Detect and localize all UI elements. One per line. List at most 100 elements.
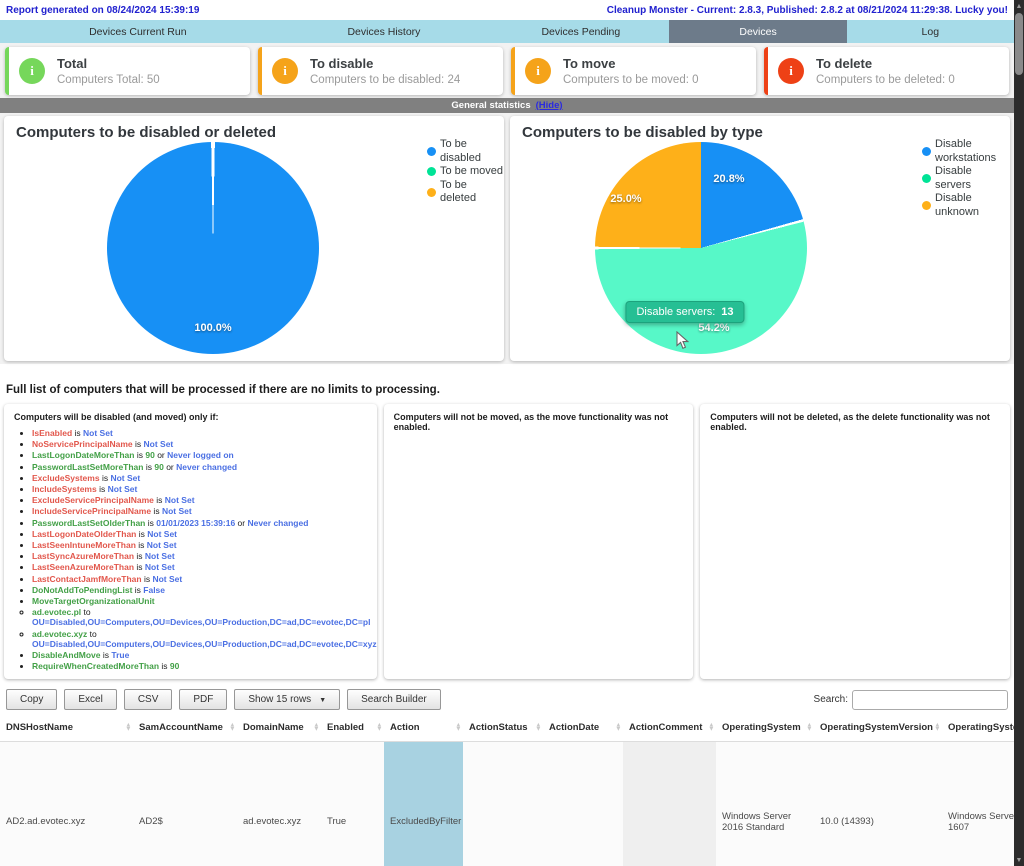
vertical-scrollbar[interactable]: ▲ ▼ [1014,0,1024,866]
column-header-dnshostname[interactable]: DNSHostName▴▾ [0,714,133,742]
condition-segment: Not Set [110,473,140,483]
condition-item: DoNotAddToPendingList is False [32,585,377,595]
scroll-up-icon[interactable]: ▲ [1014,0,1024,12]
excel-button[interactable]: Excel [64,689,116,710]
card-title: Total [57,56,160,71]
sort-arrows-icon[interactable]: ▴▾ [315,723,318,732]
legend-item[interactable]: To be moved [427,165,504,179]
condition-segment: LastSeenAzureMoreThan [32,562,134,572]
condition-segment: is [132,585,143,595]
legend-dot-icon [427,147,436,156]
table-row[interactable]: AD2.ad.evotec.xyzAD2$ad.evotec.xyzTrueEx… [0,742,1014,866]
condition-item: LastLogonDateOlderThan is Not Set [32,529,377,539]
condition-segment: is [100,473,111,483]
copy-button[interactable]: Copy [6,689,57,710]
chart-legend: To be disabledTo be movedTo be deleted [427,138,504,206]
condition-segment: IsEnabled [32,428,72,438]
tab-devices-history[interactable]: Devices History [276,20,493,43]
condition-segment: ad.evotec.pl [32,607,81,617]
show-rows-dropdown[interactable]: Show 15 rows▼ [234,689,340,710]
column-header-domainname[interactable]: DomainName▴▾ [237,714,321,742]
sort-arrows-icon[interactable]: ▴▾ [808,723,811,732]
sort-arrows-icon[interactable]: ▴▾ [936,723,939,732]
legend-item[interactable]: To be deleted [427,179,504,206]
tooltip-label: Disable servers: [636,306,715,318]
condition-segment: RequireWhenCreatedMoreThan [32,661,159,671]
legend-item[interactable]: Disable workstations [922,138,1010,165]
condition-segment: is [133,439,144,449]
search-input[interactable] [852,690,1008,710]
table-cell: Windows Server 2016 1607 [942,742,1014,866]
tab-log[interactable]: Log [847,20,1014,43]
sort-arrows-icon[interactable]: ▴▾ [378,723,381,732]
condition-item: PasswordLastSetMoreThan is 90 or Never c… [32,462,377,472]
condition-segment: is [136,529,147,539]
column-header-enabled[interactable]: Enabled▴▾ [321,714,384,742]
table-cell [623,742,716,866]
condition-segment: Not Set [108,484,138,494]
tab-devices[interactable]: Devices [669,20,846,43]
condition-segment: is [151,506,162,516]
condition-item: ExcludeServicePrincipalName is Not Set [32,495,377,505]
legend-dot-icon [922,201,931,210]
search-label: Search: [814,694,848,705]
hide-link[interactable]: (Hide) [536,100,563,111]
card-subtitle: Computers to be deleted: 0 [816,74,955,86]
legend-item[interactable]: Disable unknown [922,192,1010,219]
condition-segment: or [155,450,167,460]
column-header-actionstatus[interactable]: ActionStatus▴▾ [463,714,543,742]
info-icon: i [19,58,45,84]
card-title: To disable [310,56,460,71]
condition-segment: IncludeServicePrincipalName [32,506,151,516]
condition-item: LastSyncAzureMoreThan is Not Set [32,551,377,561]
condition-panels: Computers will be disabled (and moved) o… [0,402,1014,681]
condition-panel-1: Computers will be disabled (and moved) o… [4,404,377,679]
condition-list: IsEnabled is Not SetNoServicePrincipalNa… [4,428,377,671]
legend-item[interactable]: Disable servers [922,165,1010,192]
sort-arrows-icon[interactable]: ▴▾ [537,723,540,732]
condition-segment: Not Set [144,439,174,449]
condition-panel-3: Computers will not be deleted, as the de… [700,404,1010,679]
csv-button[interactable]: CSV [124,689,173,710]
app-version-text: Cleanup Monster - Current: 2.8.3, Publis… [607,5,1008,16]
scroll-down-icon[interactable]: ▼ [1014,854,1024,866]
condition-segment: PasswordLastSetOlderThan [32,518,145,528]
sort-arrows-icon[interactable]: ▴▾ [710,723,713,732]
column-header-operatingsystemlong[interactable]: OperatingSystemLong▴▾ [942,714,1014,742]
condition-item: IsEnabled is Not Set [32,428,377,438]
condition-item: ExcludeSystems is Not Set [32,473,377,483]
sort-arrows-icon[interactable]: ▴▾ [127,723,130,732]
condition-segment: is [145,518,156,528]
summary-cards: iTotalComputers Total: 50iTo disableComp… [0,43,1014,98]
legend-label: To be disabled [440,138,504,165]
card-title: To delete [816,56,955,71]
condition-segment: ExcludeServicePrincipalName [32,495,154,505]
condition-segment: NoServicePrincipalName [32,439,133,449]
tab-devices-pending[interactable]: Devices Pending [492,20,669,43]
top-info-bar: Report generated on 08/24/2024 15:39:19 … [0,0,1014,20]
condition-segment: Not Set [165,495,195,505]
condition-segment: LastLogonDateMoreThan [32,450,134,460]
column-header-operatingsystemversion[interactable]: OperatingSystemVersion▴▾ [814,714,942,742]
scrollbar-thumb[interactable] [1015,13,1023,75]
condition-segment: LastContactJamfMoreThan [32,574,142,584]
tab-devices-current-run[interactable]: Devices Current Run [0,20,276,43]
condition-segment: False [143,585,165,595]
chart-disabled-by-type: Computers to be disabled by type 20.8%54… [510,116,1010,361]
column-header-actiondate[interactable]: ActionDate▴▾ [543,714,623,742]
pdf-button[interactable]: PDF [179,689,227,710]
condition-item: IncludeServicePrincipalName is Not Set [32,506,377,516]
column-header-operatingsystem[interactable]: OperatingSystem▴▾ [716,714,814,742]
tab-bar: Devices Current RunDevices HistoryDevice… [0,20,1014,43]
condition-segment: is [136,540,147,550]
sort-arrows-icon[interactable]: ▴▾ [617,723,620,732]
column-header-actioncomment[interactable]: ActionComment▴▾ [623,714,716,742]
sort-arrows-icon[interactable]: ▴▾ [457,723,460,732]
column-header-action[interactable]: Action▴▾ [384,714,463,742]
search-builder-button[interactable]: Search Builder [347,689,441,710]
condition-segment: Not Set [147,540,177,550]
panel-header: Computers will not be moved, as the move… [384,404,694,436]
sort-arrows-icon[interactable]: ▴▾ [231,723,234,732]
legend-item[interactable]: To be disabled [427,138,504,165]
column-header-samaccountname[interactable]: SamAccountName▴▾ [133,714,237,742]
